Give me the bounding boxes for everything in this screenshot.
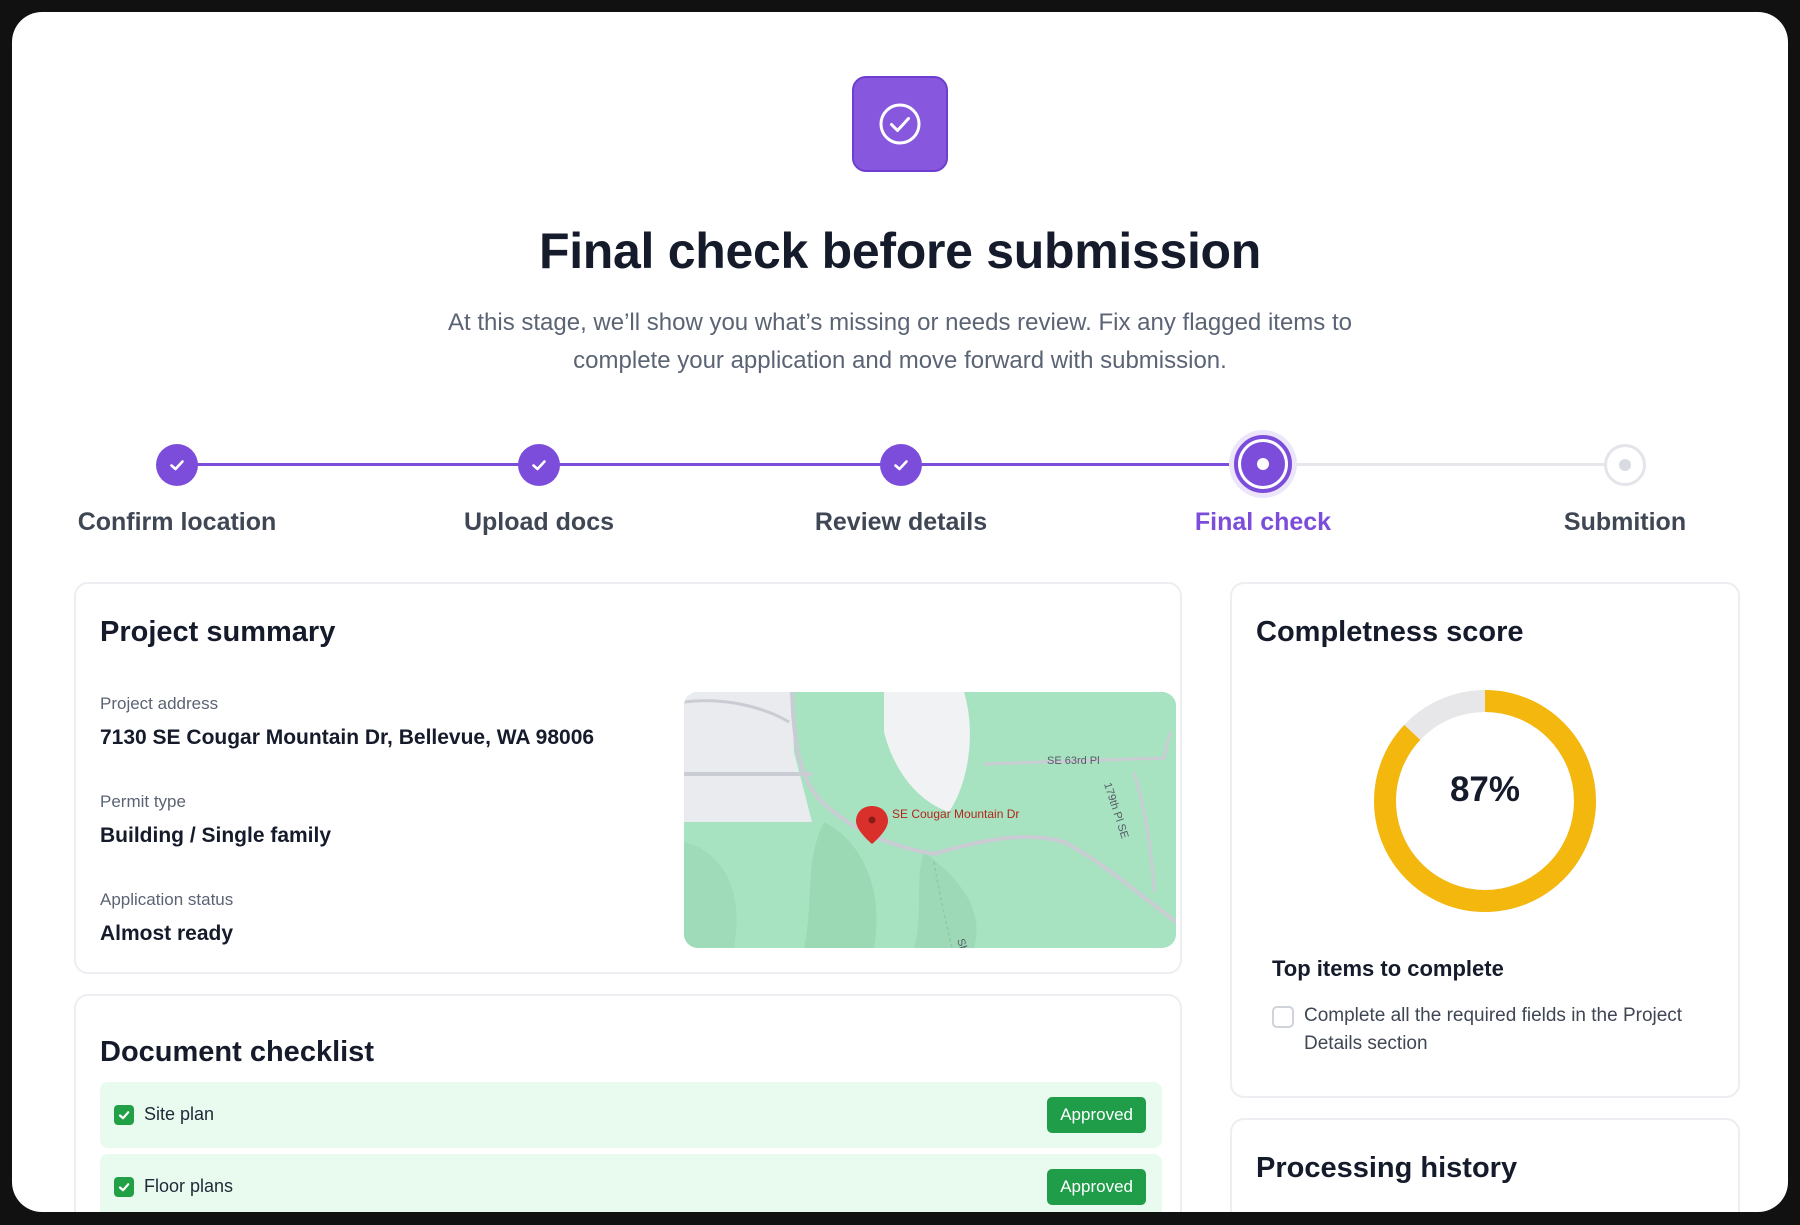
step-label-submission: Submition [1563,508,1687,536]
location-map[interactable]: SE 63rd Pl 179th Pl SE Sh SE Cougar Moun… [684,692,1176,948]
step-connector [539,463,901,466]
completeness-score-title: Completness score [1256,616,1524,648]
checklist-item-name: Site plan [144,1104,215,1124]
step-label-final-check: Final check [1194,508,1332,536]
step-label-review-details: Review details [814,508,988,536]
step-final-check-active-icon[interactable] [1234,435,1292,493]
check-circle-icon [852,76,948,172]
project-summary-card: Project summary Project address 7130 SE … [74,582,1182,974]
checkbox-checked-icon[interactable] [114,1177,134,1197]
project-address-field: Project address 7130 SE Cougar Mountain … [100,694,594,750]
status-badge: Approved [1047,1097,1146,1133]
checklist-item-name: Floor plans [144,1176,234,1196]
document-checklist-card: Document checklist Site plan Approved Fl… [74,994,1182,1212]
score-value: 87% [1449,770,1521,809]
step-submission-pending-icon[interactable] [1604,444,1646,486]
top-items-title: Top items to complete [1272,956,1504,981]
step-connector [177,463,539,466]
completeness-score-card: Completness score 87% Top items to compl… [1230,582,1740,1098]
app-window: Final check before submission At this st… [12,12,1788,1212]
todo-checkbox[interactable] [1272,1006,1294,1028]
permit-type-field: Permit type Building / Single family [100,792,331,848]
processing-history-title: Processing history [1256,1152,1518,1184]
checklist-row[interactable]: Site plan Approved [100,1082,1162,1148]
project-summary-title: Project summary [100,616,336,648]
step-connector [901,463,1263,466]
step-confirm-location-check-icon[interactable] [156,444,198,486]
map-pin-label: SE Cougar Mountain Dr [892,807,1019,821]
permit-type-value: Building / Single family [100,824,332,847]
processing-history-card: Processing history [1230,1118,1740,1212]
map-street-label-63rd: SE 63rd Pl [1047,755,1100,767]
step-connector [1263,463,1625,466]
step-upload-docs-check-icon[interactable] [518,444,560,486]
checkbox-checked-icon[interactable] [114,1105,134,1125]
page-title: Final check before submission [538,223,1262,279]
step-review-details-check-icon[interactable] [880,444,922,486]
page-subtitle: At this stage, we’ll show you what’s mis… [448,309,1352,374]
step-label-confirm-location: Confirm location [77,508,277,536]
step-label-upload-docs: Upload docs [463,508,614,536]
project-address-label: Project address [100,694,219,713]
checklist-row[interactable]: Floor plans Approved [100,1154,1162,1212]
permit-type-label: Permit type [100,792,186,811]
status-badge: Approved [1047,1169,1146,1205]
application-status-value: Almost ready [100,922,234,945]
application-status-field: Application status Almost ready [100,890,233,946]
application-status-label: Application status [100,890,234,909]
todo-item-text: Complete all the required fields in the … [1304,1005,1683,1054]
project-address-value: 7130 SE Cougar Mountain Dr, Bellevue, WA… [100,726,595,749]
progress-stepper: Confirm location Upload docs Review deta… [12,432,1788,552]
document-checklist-title: Document checklist [100,1036,374,1068]
